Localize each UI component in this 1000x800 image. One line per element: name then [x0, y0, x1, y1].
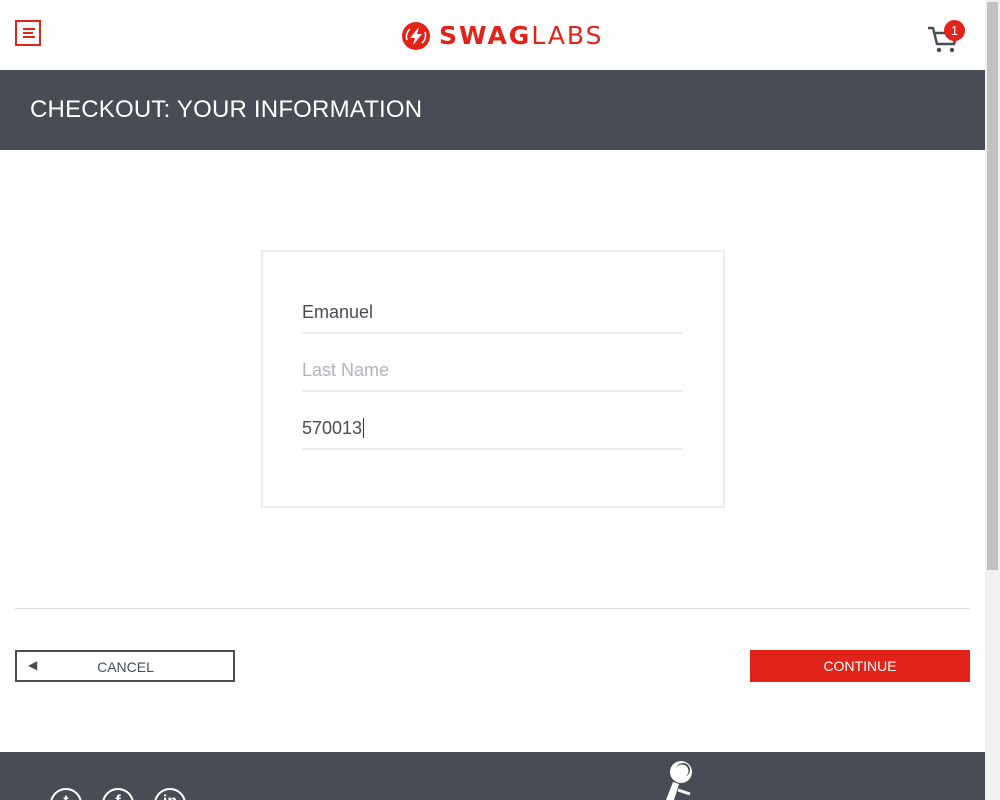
hamburger-line: [23, 28, 35, 30]
hamburger-line: [23, 32, 33, 34]
cancel-label: CANCEL: [97, 659, 154, 675]
page-title: CHECKOUT: YOUR INFORMATION: [30, 96, 423, 123]
scrollbar-thumb[interactable]: [987, 2, 998, 570]
logo-text: SWAGLABS: [439, 21, 604, 50]
vertical-scrollbar[interactable]: [985, 0, 1000, 800]
first-name-input[interactable]: [302, 292, 683, 334]
checkout-page: SWAGLABS 1 CHECKOUT: YOUR INFORMATION ◀ …: [0, 0, 985, 800]
robot-mascot-icon: [666, 761, 692, 800]
cart-badge: 1: [944, 20, 965, 41]
divider: [15, 608, 970, 609]
linkedin-glyph: in: [156, 793, 184, 800]
app-logo: SWAGLABS: [401, 21, 604, 51]
primary-header: SWAGLABS 1: [0, 0, 985, 70]
linkedin-icon[interactable]: in: [154, 788, 186, 800]
twitter-icon[interactable]: t: [50, 788, 82, 800]
hamburger-line: [23, 36, 35, 38]
twitter-glyph: t: [52, 793, 80, 800]
continue-button[interactable]: CONTINUE: [750, 650, 970, 682]
bolt-logo-icon: [402, 22, 430, 50]
menu-button[interactable]: [15, 20, 41, 46]
facebook-icon[interactable]: f: [102, 788, 134, 800]
footer: t f in: [0, 752, 985, 800]
postal-code-input[interactable]: [302, 408, 683, 450]
text-cursor: [363, 418, 364, 438]
last-name-input[interactable]: [302, 350, 683, 392]
facebook-glyph: f: [104, 793, 132, 800]
cancel-button[interactable]: ◀ CANCEL: [15, 650, 235, 682]
